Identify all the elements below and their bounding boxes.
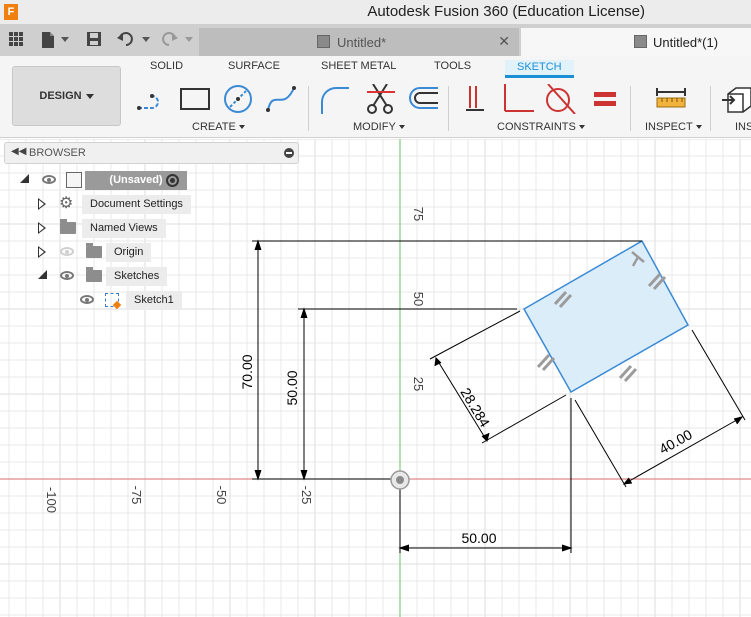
- y-axis-tick-label: 25: [411, 377, 426, 391]
- toolbar-divider: [630, 86, 631, 131]
- dimension-value-70[interactable]: 70.00: [239, 354, 255, 389]
- y-axis-tick-label: 75: [411, 207, 426, 221]
- x-axis-tick-label: -100: [44, 487, 59, 513]
- expand-triangle-icon[interactable]: [38, 222, 46, 234]
- tab-sketch[interactable]: SKETCH: [505, 60, 574, 78]
- browser-item-sketch1[interactable]: Sketch1: [78, 291, 183, 311]
- tab-sheet-metal[interactable]: SHEET METAL: [321, 60, 396, 72]
- offset-tool-icon[interactable]: [406, 84, 438, 114]
- equal-constraint-icon[interactable]: [592, 84, 622, 114]
- visibility-eye-icon[interactable]: [60, 271, 74, 280]
- component-icon: [634, 35, 647, 48]
- document-tab-label: Untitled*: [337, 35, 387, 50]
- dimension-value-28-284[interactable]: 28.284: [457, 385, 493, 430]
- browser-item-label: Document Settings: [82, 195, 191, 214]
- coincident-constraint-icon[interactable]: [464, 84, 494, 114]
- rectangle-tool-icon[interactable]: [179, 84, 210, 114]
- browser-title: BROWSER: [29, 147, 86, 159]
- spline-tool-icon[interactable]: [265, 84, 296, 114]
- save-icon[interactable]: [85, 31, 103, 49]
- chevron-down-icon: [85, 93, 94, 99]
- collapse-browser-icon[interactable]: ◀◀: [11, 146, 26, 157]
- line-tool-icon[interactable]: [136, 84, 166, 114]
- browser-root-node[interactable]: (Unsaved): [20, 171, 190, 191]
- folder-icon: [86, 267, 102, 282]
- toolbar-divider: [448, 86, 449, 131]
- sketch-icon: [105, 293, 119, 307]
- document-tab-untitled-1[interactable]: Untitled*(1): [521, 28, 751, 56]
- collapse-triangle-icon[interactable]: [38, 270, 47, 279]
- fusion-logo-icon: F: [4, 4, 18, 20]
- origin-point-icon[interactable]: [390, 470, 410, 490]
- insert-tool-icon[interactable]: [722, 84, 751, 114]
- tab-solid[interactable]: SOLID: [150, 60, 183, 72]
- expand-triangle-icon[interactable]: [38, 246, 46, 258]
- workspace-label: DESIGN: [39, 90, 82, 102]
- folder-icon: [60, 219, 76, 234]
- dimension-value-50-horizontal[interactable]: 50.00: [461, 530, 496, 546]
- browser-item-label: Sketch1: [126, 291, 182, 310]
- redo-caret-icon[interactable]: [185, 37, 193, 42]
- file-menu-caret-icon[interactable]: [61, 37, 69, 42]
- dimension-value-50-vertical[interactable]: 50.00: [284, 370, 300, 405]
- browser-item-label: Origin: [106, 243, 152, 262]
- tangent-constraint-icon[interactable]: [543, 83, 576, 115]
- quick-access-bar: Untitled* ✕ Untitled*(1): [0, 24, 751, 56]
- parallel-constraint-glyph[interactable]: [618, 364, 638, 383]
- y-axis-tick-label: 50: [411, 292, 426, 306]
- fusion-window: F Autodesk Fusion 360 (Education License…: [0, 0, 751, 617]
- close-tab-icon[interactable]: ✕: [498, 33, 510, 50]
- measure-tool-icon[interactable]: [655, 84, 686, 114]
- expand-triangle-icon[interactable]: [38, 198, 46, 210]
- folder-icon: [86, 243, 102, 258]
- modify-group-label[interactable]: MODIFY: [353, 121, 405, 133]
- visibility-eye-icon[interactable]: [60, 247, 74, 256]
- grid-icon[interactable]: [7, 31, 25, 49]
- minimize-browser-icon[interactable]: [284, 148, 294, 158]
- window-title: Autodesk Fusion 360 (Education License): [367, 3, 645, 20]
- undo-caret-icon[interactable]: [142, 37, 150, 42]
- gear-icon: ⚙: [59, 195, 74, 212]
- browser-item-origin[interactable]: Origin: [38, 243, 153, 263]
- inspect-group-label[interactable]: INSPECT: [645, 121, 702, 133]
- constraints-group-label[interactable]: CONSTRAINTS: [497, 121, 585, 133]
- tab-surface[interactable]: SURFACE: [228, 60, 280, 72]
- collapse-triangle-icon[interactable]: [20, 174, 29, 183]
- insert-group-label[interactable]: INS: [735, 121, 751, 133]
- browser-item-named-views[interactable]: Named Views: [38, 219, 168, 239]
- document-tab-label: Untitled*(1): [653, 35, 719, 50]
- browser-item-sketches[interactable]: Sketches: [38, 267, 173, 287]
- browser-item-document-settings[interactable]: ⚙ Document Settings: [38, 195, 193, 215]
- activate-component-radio-icon[interactable]: [166, 174, 179, 187]
- tab-tools[interactable]: TOOLS: [434, 60, 471, 72]
- sketch-profile-rectangle[interactable]: [522, 239, 690, 394]
- component-icon: [66, 172, 82, 188]
- visibility-eye-icon[interactable]: [80, 295, 94, 304]
- circle-tool-icon[interactable]: [222, 84, 252, 114]
- redo-icon[interactable]: [160, 31, 178, 49]
- browser-item-label: Sketches: [106, 267, 168, 286]
- trim-tool-icon[interactable]: [365, 83, 395, 114]
- ribbon-toolbar: DESIGN SOLID SURFACE SHEET METAL TOOLS S…: [0, 56, 751, 138]
- component-icon: [317, 35, 330, 48]
- create-group-label[interactable]: CREATE: [192, 121, 245, 133]
- toolbar-divider: [710, 86, 711, 131]
- x-axis-tick-label: -50: [214, 486, 229, 505]
- fillet-tool-icon[interactable]: [319, 84, 349, 114]
- workspace-switcher-button[interactable]: DESIGN: [12, 66, 121, 126]
- browser-panel-header[interactable]: ◀◀ BROWSER: [4, 142, 299, 164]
- x-axis-tick-label: -75: [129, 486, 144, 505]
- undo-icon[interactable]: [117, 31, 135, 49]
- document-tab-untitled[interactable]: Untitled* ✕: [199, 28, 519, 56]
- x-axis-tick-label: -25: [299, 486, 314, 505]
- browser-item-label: Named Views: [82, 219, 166, 238]
- visibility-eye-icon[interactable]: [42, 175, 56, 184]
- toolbar-divider: [308, 86, 309, 131]
- perpendicular-constraint-icon[interactable]: [501, 84, 534, 114]
- title-bar: F Autodesk Fusion 360 (Education License…: [0, 0, 751, 24]
- file-icon[interactable]: [39, 31, 57, 49]
